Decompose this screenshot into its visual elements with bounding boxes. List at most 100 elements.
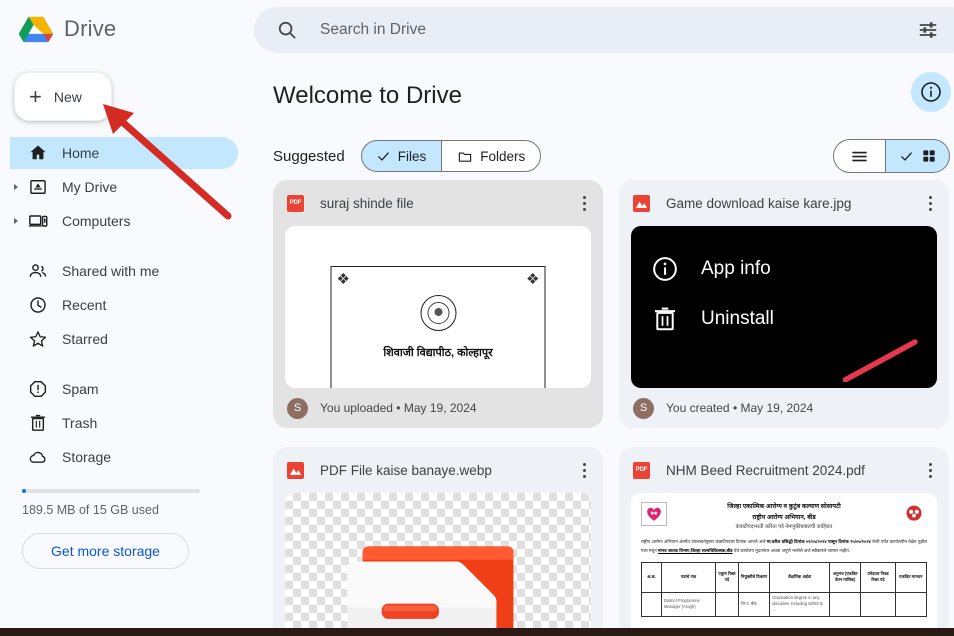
menu-item-app-info: App info bbox=[631, 244, 937, 294]
file-card[interactable]: PDF suraj shinde file ❖ ❖ शिवाजी विद्याप… bbox=[273, 180, 603, 428]
view-toggle bbox=[833, 139, 950, 173]
clock-icon bbox=[30, 297, 46, 313]
nav-divider-gap bbox=[0, 239, 250, 253]
table-header-cell: उमेदवार निवड रिक्त पदे bbox=[860, 561, 896, 593]
suggested-filters: Suggested Files Folders bbox=[273, 140, 542, 172]
bottom-chrome-bar bbox=[0, 628, 954, 636]
doc-heading-1: जिल्हा एकात्मिक आरोग्य व कुटुंब कल्याण स… bbox=[727, 503, 841, 510]
doc-table: अ.क्र. पदाचे नाव एकूण रिक्त पदे नियुक्ती… bbox=[641, 561, 928, 617]
sidebar: Drive + New Home My Drive Computers Shar… bbox=[0, 0, 250, 636]
my-drive-icon bbox=[30, 180, 46, 194]
storage-bar bbox=[22, 489, 200, 493]
menu-item-label: Uninstall bbox=[701, 308, 774, 329]
storage-section: 189.5 MB of 15 GB used Get more storage bbox=[22, 489, 204, 569]
search-bar[interactable] bbox=[254, 7, 954, 53]
pdf-file-icon: PDF bbox=[287, 194, 304, 212]
file-meta: You uploaded • May 19, 2024 bbox=[320, 401, 477, 415]
sidebar-item-trash[interactable]: Trash bbox=[10, 407, 238, 439]
file-thumbnail: जिल्हा एकात्मिक आरोग्य व कुटुंब कल्याण स… bbox=[631, 493, 937, 636]
file-card-header: PDF suraj shinde file bbox=[273, 180, 603, 226]
grid-icon bbox=[922, 150, 935, 162]
spam-icon bbox=[29, 380, 47, 398]
sidebar-item-shared-with-me[interactable]: Shared with me bbox=[10, 255, 238, 287]
chip-label: Files bbox=[397, 148, 427, 164]
nav-divider-gap bbox=[0, 357, 250, 371]
main-content: Welcome to Drive Suggested Files bbox=[250, 0, 954, 636]
check-icon bbox=[900, 151, 912, 161]
grid-view-button[interactable] bbox=[885, 139, 950, 173]
avatar: S bbox=[633, 397, 654, 419]
file-card[interactable]: PDF File kaise banaye.webp S bbox=[273, 447, 603, 636]
more-options-icon[interactable] bbox=[573, 195, 595, 211]
doc-heading-3: कंत्राटीपदभरती करिता पदे नेमणुकीबाबतची ज… bbox=[735, 524, 833, 531]
doc-para-underline: मानव जातक विभाग,जिल्हा शल्यचिकित्सक,बीड bbox=[657, 547, 733, 553]
google-drive-logo bbox=[18, 16, 54, 43]
table-cell: Graduation degree in any discipline incl… bbox=[769, 591, 831, 617]
file-card-footer: S You uploaded • May 19, 2024 bbox=[273, 388, 603, 428]
pdf-file-icon: PDF bbox=[633, 461, 650, 479]
sidebar-item-recent[interactable]: Recent bbox=[10, 289, 238, 321]
cloud-icon bbox=[29, 451, 46, 463]
more-options-icon[interactable] bbox=[573, 462, 595, 478]
table-cell bbox=[860, 591, 896, 617]
doc-para-bold: पासून दिनांक २५/०५/२०२४ bbox=[827, 539, 871, 545]
doc-paragraph: राष्ट्रीय आरोग्य अभियान अंतर्गत उपलब्धते… bbox=[641, 538, 927, 554]
page-title: Welcome to Drive bbox=[273, 82, 462, 109]
sidebar-item-label: Shared with me bbox=[62, 263, 160, 279]
tune-icon[interactable] bbox=[917, 19, 939, 41]
sidebar-item-my-drive[interactable]: My Drive bbox=[10, 171, 238, 203]
image-file-icon bbox=[633, 194, 650, 212]
file-thumbnail bbox=[285, 493, 591, 636]
get-more-storage-button[interactable]: Get more storage bbox=[22, 533, 189, 569]
certificate-preview: ❖ ❖ शिवाजी विद्यापीठ, कोल्हापूर bbox=[330, 266, 546, 388]
sidebar-item-storage[interactable]: Storage bbox=[10, 441, 238, 473]
file-name: suraj shinde file bbox=[320, 195, 414, 211]
list-icon bbox=[852, 151, 867, 161]
sidebar-item-starred[interactable]: Starred bbox=[10, 323, 238, 355]
sidebar-item-label: Spam bbox=[62, 381, 99, 397]
android-menu-preview: App info Uninstall bbox=[631, 244, 937, 344]
info-icon bbox=[921, 82, 941, 102]
people-icon bbox=[29, 264, 47, 277]
chevron-right-icon[interactable] bbox=[14, 184, 18, 190]
doc-heading-2: राष्ट्रीय आरोग्य अभियान, बीड bbox=[752, 513, 816, 521]
list-view-button[interactable] bbox=[833, 139, 885, 173]
search-input[interactable] bbox=[320, 21, 840, 39]
ornament-icon: ❖ bbox=[336, 271, 350, 288]
storage-bar-fill bbox=[22, 489, 26, 493]
trash-icon bbox=[31, 414, 45, 431]
home-icon bbox=[30, 145, 46, 160]
chip-folders[interactable]: Folders bbox=[441, 140, 542, 172]
table-header-cell: एकत्रित मानधन bbox=[894, 561, 928, 593]
red-arrow-in-thumbnail bbox=[843, 339, 918, 382]
avatar: S bbox=[287, 397, 308, 419]
search-icon[interactable] bbox=[276, 19, 298, 41]
check-icon bbox=[377, 151, 389, 161]
info-button[interactable] bbox=[911, 72, 951, 112]
brand[interactable]: Drive bbox=[0, 0, 250, 58]
pdf-folder-3d-icon bbox=[347, 546, 514, 636]
nhm-logo-left-icon bbox=[641, 502, 667, 526]
pdf-badge-label: PDF bbox=[635, 467, 648, 473]
image-file-icon bbox=[287, 461, 304, 479]
file-card[interactable]: PDF NHM Beed Recruitment 2024.pdf जिल्हा… bbox=[619, 447, 949, 636]
file-card-header: PDF File kaise banaye.webp bbox=[273, 447, 603, 493]
table-header-row: अ.क्र. पदाचे नाव एकूण रिक्त पदे नियुक्ती… bbox=[641, 561, 928, 593]
sidebar-item-home[interactable]: Home bbox=[10, 137, 238, 169]
new-button[interactable]: + New bbox=[14, 72, 112, 121]
brand-name: Drive bbox=[64, 16, 117, 41]
file-card[interactable]: Game download kaise kare.jpg App info Un… bbox=[619, 180, 949, 428]
chevron-right-icon[interactable] bbox=[14, 218, 18, 224]
file-grid: PDF suraj shinde file ❖ ❖ शिवाजी विद्याप… bbox=[273, 180, 954, 636]
more-options-icon[interactable] bbox=[919, 462, 941, 478]
doc-para-text: राष्ट्रीय आरोग्य अभियान अंतर्गत उपलब्धते… bbox=[641, 539, 766, 545]
plus-icon: + bbox=[29, 83, 42, 109]
more-options-icon[interactable] bbox=[919, 195, 941, 211]
chip-files[interactable]: Files bbox=[360, 140, 442, 172]
doc-para-text: येथे कार्यालय मुदतनंतर अथवा अपूर्ण भरलेल… bbox=[733, 547, 851, 553]
sidebar-item-computers[interactable]: Computers bbox=[10, 205, 238, 237]
menu-item-label: App info bbox=[701, 258, 771, 279]
sidebar-item-spam[interactable]: Spam bbox=[10, 373, 238, 405]
doc-para-bold: मा.वरील प्रसिद्धी दिनांक ०१/०५/२०२४ bbox=[766, 539, 827, 545]
table-header-cell: शैक्षणिक अर्हता bbox=[769, 561, 831, 593]
